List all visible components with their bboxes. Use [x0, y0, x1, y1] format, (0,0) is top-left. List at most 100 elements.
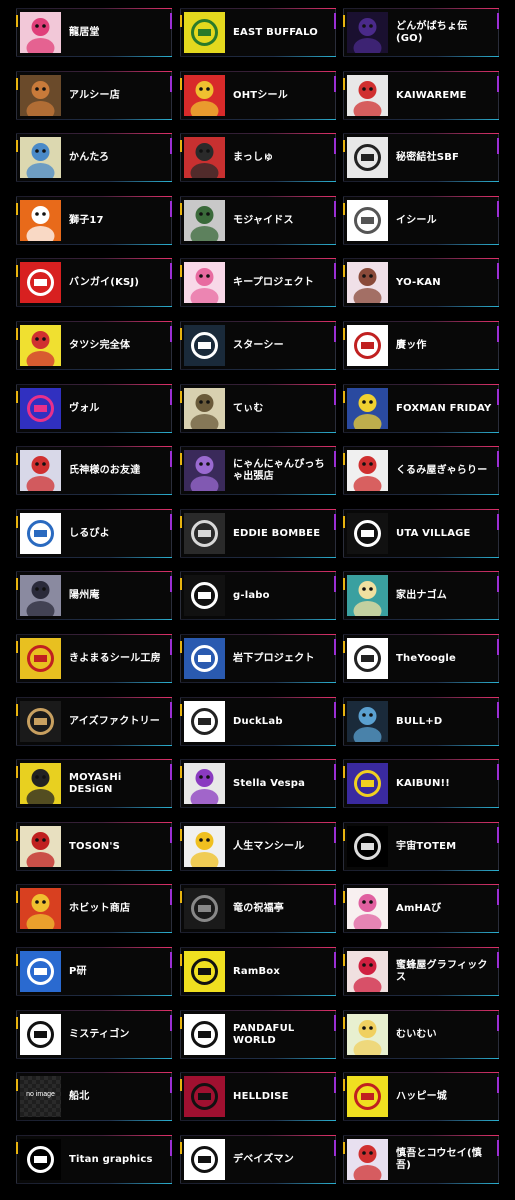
shop-card[interactable]: TheYoogle: [343, 634, 499, 683]
shop-name[interactable]: アルシー店: [69, 72, 167, 119]
fire-character-icon[interactable]: [20, 888, 61, 929]
shop-card[interactable]: P研: [16, 947, 172, 996]
shop-card[interactable]: アイズファクトリー: [16, 697, 172, 746]
shop-card[interactable]: スターシー: [180, 321, 336, 370]
rambox-logo-icon[interactable]: [184, 951, 225, 992]
shop-name[interactable]: UTA VILLAGE: [396, 510, 494, 557]
shop-name[interactable]: てぃむ: [233, 385, 331, 432]
shop-name[interactable]: ホビット商店: [69, 885, 167, 932]
shop-card[interactable]: アルシー店: [16, 71, 172, 120]
anime-boy-icon[interactable]: [347, 388, 388, 429]
shop-card[interactable]: にゃんにゃんぴっちゃ出張店: [180, 446, 336, 495]
shop-card[interactable]: かんたろ: [16, 133, 172, 182]
eyes-logo-icon[interactable]: [20, 701, 61, 742]
shop-card[interactable]: KAIBUN!!: [343, 759, 499, 808]
shop-card[interactable]: 宇宙TOTEM: [343, 822, 499, 871]
red-emblem-icon[interactable]: [184, 1076, 225, 1117]
shop-card[interactable]: まっしゅ: [180, 133, 336, 182]
shop-card[interactable]: RamBox: [180, 947, 336, 996]
shop-card[interactable]: 獅子17: [16, 196, 172, 245]
sunburst-logo-icon[interactable]: [184, 513, 225, 554]
shop-name[interactable]: 家出ナゴム: [396, 572, 494, 619]
shop-card[interactable]: DuckLab: [180, 697, 336, 746]
shop-card[interactable]: 賡ッ作: [343, 321, 499, 370]
p-logo-icon[interactable]: [20, 951, 61, 992]
shop-card[interactable]: Titan graphics: [16, 1135, 172, 1184]
shop-name[interactable]: RamBox: [233, 948, 331, 995]
shop-name[interactable]: OHTシール: [233, 72, 331, 119]
shop-name[interactable]: KAIWAREME: [396, 72, 494, 119]
shop-card[interactable]: g-labo: [180, 571, 336, 620]
shop-card[interactable]: 蜜蜂屋グラフィックス: [343, 947, 499, 996]
shop-name[interactable]: きよまるシール工房: [69, 635, 167, 682]
shop-name[interactable]: 宇宙TOTEM: [396, 823, 494, 870]
shop-card[interactable]: MOYASHi DESiGN: [16, 759, 172, 808]
purple-character-icon[interactable]: [184, 450, 225, 491]
shop-card[interactable]: 家出ナゴム: [343, 571, 499, 620]
shop-card[interactable]: Stella Vespa: [180, 759, 336, 808]
shop-name[interactable]: PANDAFUL WORLD: [233, 1011, 331, 1058]
shop-card[interactable]: OHTシール: [180, 71, 336, 120]
sticker-character-icon[interactable]: [347, 75, 388, 116]
shop-name[interactable]: AmHAび: [396, 885, 494, 932]
character-sticker-icon[interactable]: [20, 137, 61, 178]
shop-name[interactable]: どんがばちょ伝(GO): [396, 9, 494, 56]
red-character-icon[interactable]: [347, 450, 388, 491]
blonde-character-icon[interactable]: [347, 1014, 388, 1055]
shop-name[interactable]: くるみ屋ぎゃらりー: [396, 447, 494, 494]
shop-card[interactable]: HELLDISE: [180, 1072, 336, 1121]
shop-card[interactable]: 竜の祝福亭: [180, 884, 336, 933]
anime-girl-pink-icon[interactable]: [184, 262, 225, 303]
shop-name[interactable]: 獅子17: [69, 197, 167, 244]
shop-card[interactable]: キープロジェクト: [180, 258, 336, 307]
dark-emblem-icon[interactable]: [184, 888, 225, 929]
shop-name[interactable]: DuckLab: [233, 698, 331, 745]
shop-name[interactable]: BULL+D: [396, 698, 494, 745]
shop-name[interactable]: 陽州庵: [69, 572, 167, 619]
shop-name[interactable]: FOXMAN FRIDAY: [396, 385, 494, 432]
g-logo-icon[interactable]: [184, 575, 225, 616]
text-logo-icon[interactable]: [347, 513, 388, 554]
shop-name[interactable]: デベイズマン: [233, 1136, 331, 1183]
shop-name[interactable]: ミスティゴン: [69, 1011, 167, 1058]
shop-card[interactable]: 秘密結社SBF: [343, 133, 499, 182]
red-character-icon[interactable]: [347, 951, 388, 992]
shop-name[interactable]: YO-KAN: [396, 259, 494, 306]
shop-name[interactable]: HELLDISE: [233, 1073, 331, 1120]
demon-face-icon[interactable]: [347, 12, 388, 53]
shop-name[interactable]: 龍居堂: [69, 9, 167, 56]
shop-name[interactable]: タツシ完全体: [69, 322, 167, 369]
warrior-character-icon[interactable]: [20, 75, 61, 116]
shop-name[interactable]: Stella Vespa: [233, 760, 331, 807]
shop-card[interactable]: どんがばちょ伝(GO): [343, 8, 499, 57]
shop-name[interactable]: 賡ッ作: [396, 322, 494, 369]
shop-card[interactable]: ミスティゴン: [16, 1010, 172, 1059]
shop-card[interactable]: 岩下プロジェクト: [180, 634, 336, 683]
shop-card[interactable]: FOXMAN FRIDAY: [343, 384, 499, 433]
bird-logo-icon[interactable]: [20, 513, 61, 554]
text-logo-icon[interactable]: [347, 638, 388, 679]
shop-card[interactable]: くるみ屋ぎゃらりー: [343, 446, 499, 495]
buffalo-logo-icon[interactable]: [184, 12, 225, 53]
shop-name[interactable]: かんたろ: [69, 134, 167, 181]
shop-name[interactable]: ハッピー城: [396, 1073, 494, 1120]
collage-sticker-icon[interactable]: [184, 137, 225, 178]
collage-sticker-icon[interactable]: [184, 75, 225, 116]
anime-girl-brown-icon[interactable]: [347, 262, 388, 303]
shop-card[interactable]: UTA VILLAGE: [343, 509, 499, 558]
shop-name[interactable]: 岩下プロジェクト: [233, 635, 331, 682]
robot-character-icon[interactable]: [20, 450, 61, 491]
shop-card[interactable]: バンガイ(KSJ): [16, 258, 172, 307]
shop-card[interactable]: しるぴよ: [16, 509, 172, 558]
shop-card[interactable]: EAST BUFFALO: [180, 8, 336, 57]
line-logo-icon[interactable]: [184, 325, 225, 366]
warrior-character-icon[interactable]: [20, 763, 61, 804]
shop-card[interactable]: 慎吾とコウセイ(慎吾): [343, 1135, 499, 1184]
shop-name[interactable]: 氏神様のお友達: [69, 447, 167, 494]
kaibun-logo-icon[interactable]: [347, 763, 388, 804]
shop-name[interactable]: むいむい: [396, 1011, 494, 1058]
v-logo-icon[interactable]: [20, 388, 61, 429]
shop-name[interactable]: 竜の祝福亭: [233, 885, 331, 932]
shop-name[interactable]: アイズファクトリー: [69, 698, 167, 745]
shop-name[interactable]: EAST BUFFALO: [233, 9, 331, 56]
